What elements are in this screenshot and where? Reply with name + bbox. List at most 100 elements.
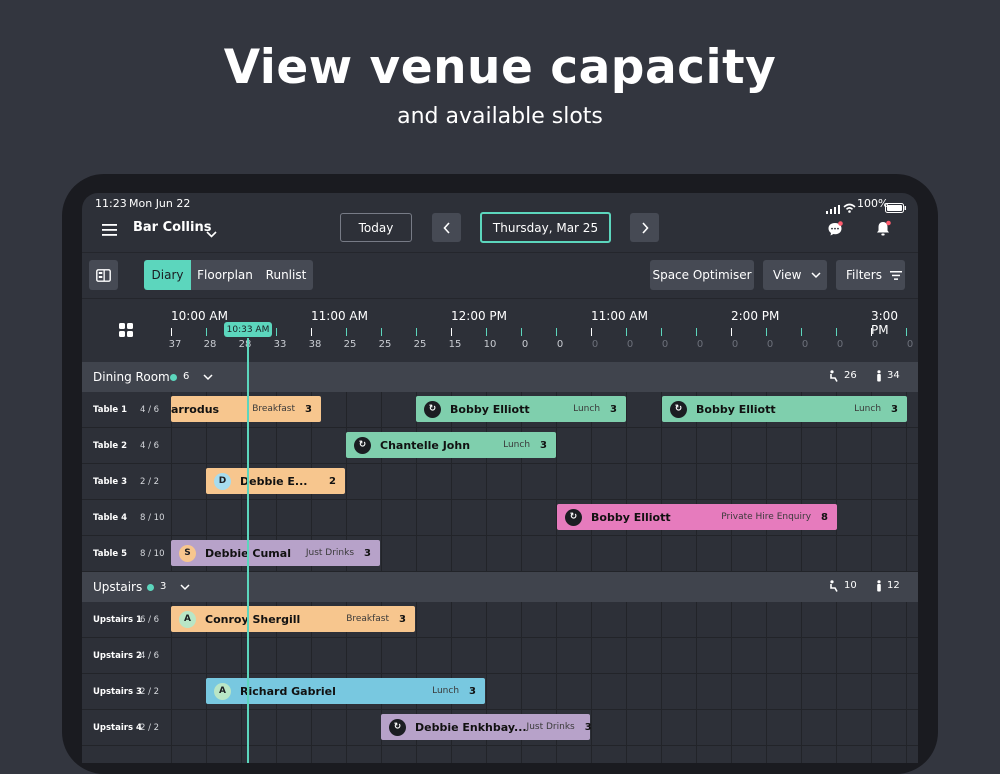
booking-block[interactable]: arrodus Breakfast 3 [171, 396, 321, 422]
covers-count: 15 [448, 339, 462, 350]
grid-line [696, 602, 697, 763]
seated-covers: 26 [844, 370, 857, 381]
table-name: Table 2 [93, 441, 128, 451]
time-label: 2:00 PM [731, 309, 780, 323]
current-time-line [247, 338, 249, 763]
time-tick [731, 328, 732, 336]
covers-count: 0 [696, 339, 704, 350]
booking-block[interactable]: ↻ Bobby Elliott Lunch 3 [416, 396, 626, 422]
current-time-badge: 10:33 AM [224, 322, 272, 337]
divider [82, 298, 918, 299]
covers-count: 0 [801, 339, 809, 350]
booking-block[interactable]: D Debbie E... 2 [206, 468, 345, 494]
time-label: 3:00 PM [871, 309, 898, 337]
table-name: Upstairs 3 [93, 687, 142, 697]
covers-count: 0 [766, 339, 774, 350]
chevron-down-icon[interactable] [203, 374, 213, 381]
chevron-down-icon[interactable] [206, 223, 217, 242]
app-screen: 11:23 Mon Jun 22 100% Bar Collins Today … [82, 193, 918, 763]
standing-person-icon [877, 370, 881, 382]
booking-type: Lunch [573, 404, 601, 414]
divider [82, 252, 918, 253]
filters-label: Filters [846, 268, 882, 282]
section-header-upstairs[interactable]: Upstairs 3 10 12 [82, 572, 918, 602]
booking-covers: 3 [891, 403, 898, 415]
chevron-down-icon[interactable] [180, 584, 190, 591]
hero-title: View venue capacity [223, 40, 777, 95]
time-tick [451, 328, 452, 336]
booking-block[interactable]: ↻ Debbie Enkhbay... Just Drinks 3 [381, 714, 592, 740]
side-panel-toggle[interactable] [89, 260, 118, 290]
covers-count: 0 [906, 339, 914, 350]
filters-button[interactable]: Filters [836, 260, 905, 290]
wifi-icon [843, 198, 856, 217]
booking-covers: 3 [305, 403, 312, 415]
covers-count: 25 [378, 339, 392, 350]
prev-day-button[interactable] [432, 213, 461, 242]
time-tick [171, 328, 172, 336]
tab-diary[interactable]: Diary [144, 260, 191, 290]
booking-block[interactable]: ↻ Bobby Elliott Private Hire Enquiry 8 [557, 504, 837, 530]
section-header-dining-room[interactable]: Dining Room 6 26 34 [82, 362, 918, 392]
grid-line [626, 602, 627, 763]
table-capacity: 2 / 2 [140, 687, 160, 697]
standing-person-icon [877, 580, 881, 592]
time-tick [766, 328, 767, 336]
time-label: 12:00 PM [451, 309, 507, 323]
menu-icon[interactable] [102, 221, 117, 240]
table-name: Upstairs 1 [93, 615, 142, 625]
covers-count: 0 [521, 339, 529, 350]
section-count: 3 [160, 581, 167, 592]
table-name: Upstairs 2 [93, 651, 142, 661]
recurring-icon: ↻ [565, 508, 582, 526]
time-tick [801, 328, 802, 336]
booking-block[interactable]: A Conroy Shergill Breakfast 3 [171, 606, 415, 632]
time-tick [696, 328, 697, 336]
booking-covers: 3 [584, 721, 592, 733]
space-optimiser-button[interactable]: Space Optimiser [650, 260, 754, 290]
booking-block[interactable]: ↻ Chantelle John Lunch 3 [346, 432, 556, 458]
tab-floorplan[interactable]: Floorplan [191, 260, 259, 290]
messages-icon[interactable] [827, 221, 843, 241]
table-capacity: 2 / 2 [140, 477, 160, 487]
covers-count: 28 [238, 339, 252, 350]
time-tick [206, 328, 207, 336]
covers-count: 25 [413, 339, 427, 350]
guest-name: Debbie Enkhbay... [415, 720, 527, 734]
grid-line [381, 392, 382, 572]
next-day-button[interactable] [630, 213, 659, 242]
booking-type: Lunch [503, 440, 531, 450]
booking-block[interactable]: S Debbie Cumal Just Drinks 3 [171, 540, 380, 566]
time-tick [836, 328, 837, 336]
booking-block[interactable]: ↻ Bobby Elliott Lunch 3 [662, 396, 907, 422]
table-name: Table 1 [93, 405, 128, 415]
booking-covers: 8 [821, 511, 828, 523]
seated-person-icon [830, 370, 838, 382]
grid-line [591, 602, 592, 763]
booking-type: Breakfast [252, 404, 296, 414]
battery-percent: 100% [857, 197, 889, 210]
time-tick [416, 328, 417, 336]
grid-view-icon[interactable] [119, 322, 133, 341]
venue-selector[interactable]: Bar Collins [133, 220, 211, 235]
guest-name: arrodus [171, 402, 220, 416]
table-capacity: 4 / 6 [140, 651, 160, 661]
booking-type: Lunch [432, 686, 460, 696]
date-picker-button[interactable]: Thursday, Mar 25 [480, 212, 611, 243]
guest-avatar: A [214, 682, 231, 700]
status-time: 11:23 [95, 197, 127, 210]
table-capacity: 4 / 6 [140, 441, 160, 451]
covers-count: 0 [591, 339, 599, 350]
tab-runlist[interactable]: Runlist [259, 260, 313, 290]
grid-line [906, 602, 907, 763]
notifications-bell-icon[interactable] [875, 220, 891, 241]
guest-name: Bobby Elliott [450, 402, 530, 416]
time-tick [276, 328, 277, 336]
covers-count: 33 [273, 339, 287, 350]
signal-icon [826, 199, 840, 218]
view-dropdown[interactable]: View [763, 260, 827, 290]
covers-count: 0 [836, 339, 844, 350]
recurring-icon: ↻ [354, 436, 371, 454]
today-button[interactable]: Today [340, 213, 412, 242]
section-name: Dining Room [93, 370, 170, 384]
